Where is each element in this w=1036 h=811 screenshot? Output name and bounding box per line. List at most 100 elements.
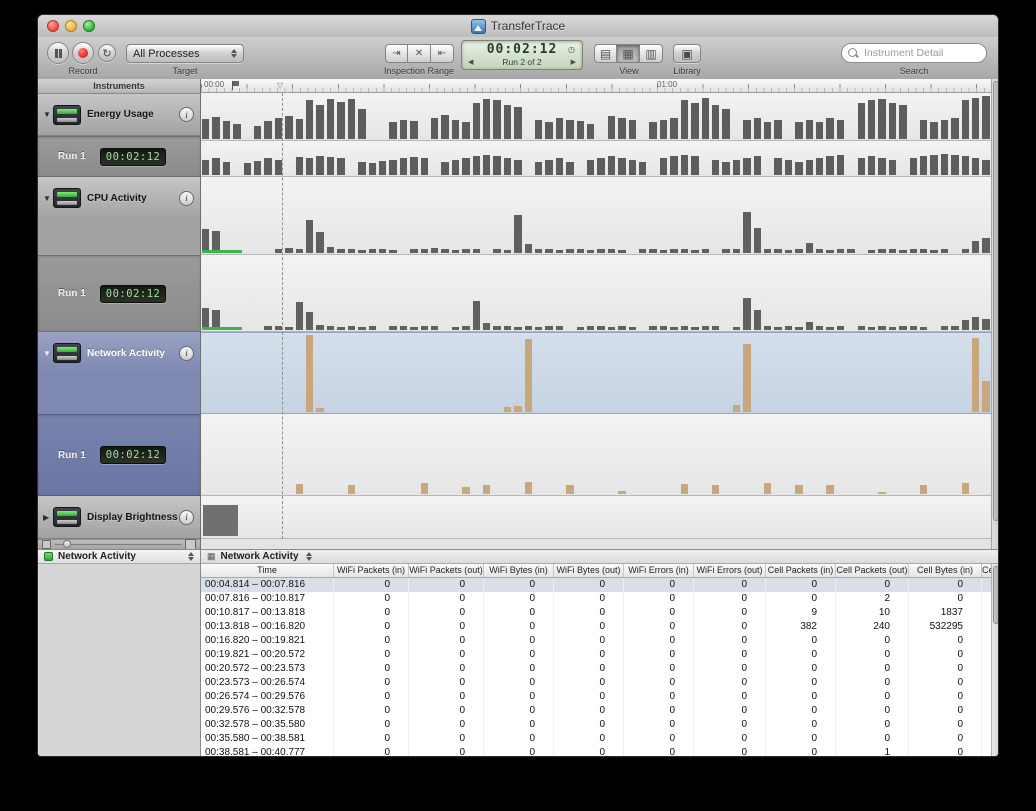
disclosure-closed-icon[interactable]: ▶ bbox=[43, 513, 53, 522]
chart-bar bbox=[358, 327, 365, 330]
sidebar-item-cpu-activity[interactable]: ▼ CPU Activity i bbox=[38, 177, 200, 219]
tracks-scrollbar[interactable] bbox=[991, 79, 999, 549]
table-row[interactable]: 00:20.572 – 00:23.573000000000 bbox=[201, 662, 991, 676]
info-button[interactable]: i bbox=[179, 346, 194, 361]
column-header[interactable]: WiFi Errors (in) bbox=[624, 564, 694, 577]
flag-marker-icon[interactable] bbox=[232, 81, 233, 90]
cell-value: 0 bbox=[694, 718, 766, 732]
record-button[interactable] bbox=[72, 42, 94, 64]
track-lane-network-run1[interactable] bbox=[201, 414, 991, 496]
ruler-ticks bbox=[201, 79, 991, 92]
sidebar-run-network[interactable]: Run 1 00:02:12 bbox=[38, 414, 200, 496]
cell-value: 0 bbox=[484, 718, 554, 732]
column-header[interactable]: WiFi Bytes (in) bbox=[484, 564, 554, 577]
chart-bar bbox=[733, 160, 740, 175]
table-row[interactable]: 00:10.817 – 00:13.8180000009101837 bbox=[201, 606, 991, 620]
cell-value bbox=[982, 746, 991, 757]
sidebar-run-cpu[interactable]: Run 1 00:02:12 bbox=[38, 255, 200, 332]
chart-bar bbox=[327, 157, 334, 175]
chart-bar bbox=[743, 212, 750, 253]
chart-bar bbox=[712, 485, 719, 494]
track-lane-display-brightness[interactable] bbox=[201, 496, 991, 539]
column-header[interactable]: Cell Bytes (out) bbox=[982, 564, 991, 577]
energy-instrument-icon bbox=[53, 105, 81, 125]
cell-value: 0 bbox=[909, 662, 982, 676]
disclosure-open-icon[interactable]: ▼ bbox=[43, 194, 53, 203]
table-row[interactable]: 00:35.580 – 00:38.581000000000 bbox=[201, 732, 991, 746]
chart-bar bbox=[285, 327, 292, 330]
pause-button[interactable] bbox=[47, 42, 69, 64]
search-input[interactable] bbox=[841, 43, 987, 63]
cell-value: 0 bbox=[836, 718, 909, 732]
cell-value: 0 bbox=[334, 746, 409, 757]
table-row[interactable]: 00:19.821 – 00:20.572000000000 bbox=[201, 648, 991, 662]
detail-scrollbar-thumb[interactable] bbox=[993, 566, 999, 624]
tracks-scrollbar-thumb[interactable] bbox=[993, 81, 999, 521]
chart-bar bbox=[587, 160, 594, 175]
slider-groove[interactable] bbox=[55, 544, 181, 545]
table-row[interactable]: 00:26.574 – 00:29.576000000000 bbox=[201, 690, 991, 704]
sidebar-item-network-activity[interactable]: ▼ Network Activity i bbox=[38, 332, 200, 374]
column-header[interactable]: Cell Bytes (in) bbox=[909, 564, 982, 577]
chart-bar bbox=[785, 250, 792, 253]
zoom-button[interactable] bbox=[83, 20, 95, 32]
column-header[interactable]: WiFi Packets (in) bbox=[334, 564, 409, 577]
column-header[interactable]: WiFi Bytes (out) bbox=[554, 564, 624, 577]
sidebar-item-energy-usage[interactable]: ▼ Energy Usage i bbox=[38, 94, 200, 136]
disclosure-open-icon[interactable]: ▼ bbox=[43, 349, 53, 358]
playhead-marker-icon[interactable]: ▽ bbox=[277, 81, 283, 90]
timeline-ruler[interactable]: 00:00 01:00 ▽ bbox=[201, 79, 991, 93]
column-header[interactable]: Cell Packets (out) bbox=[836, 564, 909, 577]
info-button[interactable]: i bbox=[179, 191, 194, 206]
titlebar[interactable]: TransferTrace bbox=[38, 15, 998, 38]
loop-button[interactable]: ↻ bbox=[98, 44, 116, 62]
view-split-pane-button[interactable]: ▦ bbox=[617, 44, 640, 63]
inspection-range-clear-button[interactable]: ✕ bbox=[408, 44, 431, 63]
cell-time: 00:07.816 – 00:10.817 bbox=[201, 592, 334, 606]
inspection-range-start-button[interactable]: ⇥ bbox=[385, 44, 408, 63]
cell-value: 0 bbox=[766, 732, 836, 746]
inspection-end-icon: ⇤ bbox=[438, 48, 446, 59]
table-row[interactable]: 00:32.578 – 00:35.580000000000 bbox=[201, 718, 991, 732]
table-row[interactable]: 00:04.814 – 00:07.816000000000 bbox=[201, 578, 991, 592]
track-lane-energy-run2[interactable] bbox=[201, 93, 991, 141]
table-row[interactable]: 00:38.581 – 00:40.777000000010 bbox=[201, 746, 991, 757]
track-lane-energy-run1[interactable] bbox=[201, 141, 991, 177]
column-header[interactable]: WiFi Errors (out) bbox=[694, 564, 766, 577]
sidebar-item-display-brightness[interactable]: ▶ Display Brightness i bbox=[38, 496, 200, 539]
info-button[interactable]: i bbox=[179, 107, 194, 122]
table-row[interactable]: 00:23.573 – 00:26.574000000000 bbox=[201, 676, 991, 690]
detail-breadcrumb-bar[interactable]: ▦ Network Activity bbox=[201, 549, 999, 564]
chart-bar bbox=[525, 482, 532, 494]
column-header[interactable]: Time bbox=[201, 564, 334, 577]
view-extended-pane-button[interactable]: ▥ bbox=[640, 44, 663, 63]
playhead-line[interactable] bbox=[282, 93, 283, 539]
track-lane-cpu-run1[interactable] bbox=[201, 255, 991, 332]
table-row[interactable]: 00:13.818 – 00:16.820000000382240532295 bbox=[201, 620, 991, 634]
detail-scrollbar[interactable] bbox=[991, 564, 999, 757]
disclosure-open-icon[interactable]: ▼ bbox=[43, 110, 53, 119]
cell-value: 0 bbox=[766, 592, 836, 606]
track-lane-cpu-run2[interactable] bbox=[201, 177, 991, 255]
track-size-slider[interactable] bbox=[38, 539, 200, 549]
sidebar-run-energy[interactable]: Run 1 00:02:12 bbox=[38, 136, 200, 177]
slider-knob[interactable] bbox=[63, 540, 71, 548]
view-single-pane-button[interactable]: ▤ bbox=[594, 44, 617, 63]
library-button[interactable]: ▣ bbox=[673, 44, 701, 63]
inspection-range-end-button[interactable]: ⇤ bbox=[431, 44, 454, 63]
detail-instrument-selector[interactable]: Network Activity bbox=[38, 549, 200, 564]
clock-icon: ◷ bbox=[568, 45, 575, 54]
cell-value: 0 bbox=[766, 718, 836, 732]
table-row[interactable]: 00:16.820 – 00:19.821000000000 bbox=[201, 634, 991, 648]
column-header[interactable]: Cell Packets (in) bbox=[766, 564, 836, 577]
next-run-button[interactable]: ▶ bbox=[571, 58, 576, 66]
info-button[interactable]: i bbox=[179, 510, 194, 525]
close-button[interactable] bbox=[47, 20, 59, 32]
column-header[interactable]: WiFi Packets (out) bbox=[409, 564, 484, 577]
track-lane-network-run2[interactable] bbox=[201, 332, 991, 414]
table-row[interactable]: 00:29.576 – 00:32.578000000000 bbox=[201, 704, 991, 718]
table-row[interactable]: 00:07.816 – 00:10.817000000020 bbox=[201, 592, 991, 606]
minimize-button[interactable] bbox=[65, 20, 77, 32]
chart-bar bbox=[868, 100, 875, 139]
target-dropdown[interactable]: All Processes bbox=[126, 44, 244, 63]
